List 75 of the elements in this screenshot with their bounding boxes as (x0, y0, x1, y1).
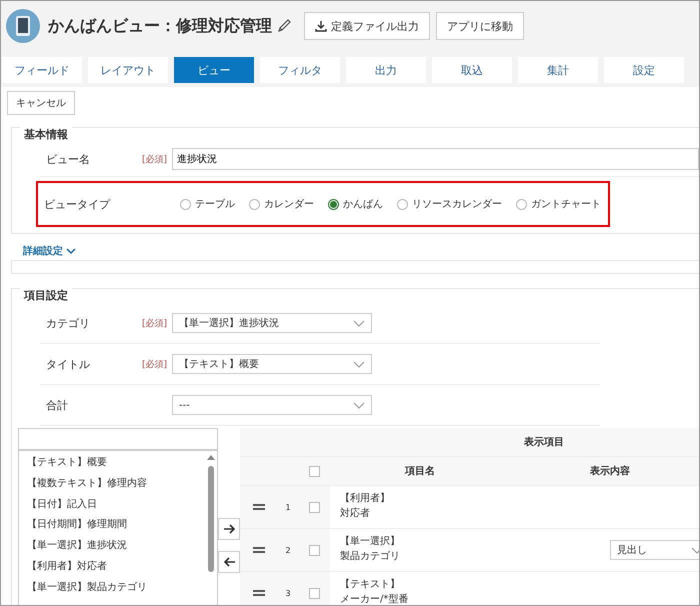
tab[interactable]: 出力 (346, 57, 426, 83)
radio-label: かんばん (343, 198, 383, 211)
radio-label: テーブル (195, 198, 235, 211)
radio-label: リソースカレンダー (412, 198, 502, 211)
tab[interactable]: 集計 (518, 57, 598, 83)
radio-button[interactable] (397, 198, 408, 210)
table-header: 表示項目 (524, 436, 564, 449)
column-header: 表示内容 (589, 464, 631, 479)
row-number: 3 (285, 588, 291, 598)
cancel-button[interactable]: キャンセル (7, 91, 75, 115)
required-label: [必須] (142, 318, 168, 330)
list-item[interactable]: 【日付】記入日 (19, 494, 217, 516)
tab[interactable]: フィルタ (260, 57, 340, 83)
field-label: ビュータイプ (43, 196, 112, 212)
list-item[interactable]: 【利用者】対応者 (19, 556, 217, 578)
dropdown[interactable]: --- (172, 395, 372, 415)
search-field[interactable] (18, 428, 218, 450)
chevron-down-icon (353, 320, 365, 326)
column-header: 項目名 (404, 464, 436, 479)
field-type: 【テキスト】 (340, 578, 401, 592)
field-name: 製品カテゴリ (340, 550, 401, 564)
chevron-down-icon (353, 360, 365, 368)
section-heading: 項目設定 (20, 288, 72, 303)
list-item[interactable]: 【単一選択】製品カテゴリ (19, 578, 217, 599)
field-name: 対応者 (340, 506, 371, 521)
export-button[interactable]: 定義ファイル出力 (304, 12, 430, 40)
list-item[interactable]: 【日付期間】修理期間 (19, 515, 217, 536)
field-label: タイトル (45, 356, 91, 372)
required-label: [必須] (142, 358, 168, 370)
drag-handle-icon (253, 547, 265, 553)
drag-handle-icon (253, 504, 265, 510)
move-left-button[interactable] (218, 551, 240, 573)
tab[interactable]: フィールド (2, 57, 82, 83)
checkbox[interactable] (308, 502, 320, 512)
list-item[interactable]: 【テキスト】概要 (19, 453, 217, 474)
download-icon (315, 20, 327, 32)
radio-label: ガントチャート (531, 198, 601, 211)
field-label: 合計 (45, 398, 69, 412)
field-type: 【単一選択】 (340, 534, 401, 549)
tab[interactable]: 設定 (604, 57, 684, 83)
field-label: カテゴリ (45, 316, 91, 330)
radio-button[interactable] (180, 198, 191, 210)
radio-label: カレンダー (264, 198, 314, 211)
dropdown[interactable]: 【テキスト】概要 (172, 354, 372, 374)
chevron-down-icon (353, 402, 365, 408)
radio-button[interactable] (249, 198, 260, 210)
field-label: ビュー名 (45, 152, 91, 166)
dropdown[interactable]: 【単一選択】進捗状況 (172, 313, 372, 333)
checkbox[interactable] (308, 466, 320, 476)
tab[interactable]: 取込 (432, 57, 512, 83)
radio-button[interactable] (328, 198, 339, 210)
page-title: かんばんビュー：修理対応管理 (48, 16, 272, 36)
section-heading: 基本情報 (20, 127, 72, 142)
tab[interactable]: レイアウト (88, 57, 168, 83)
list-item[interactable]: 【複数テキスト】修理内容 (19, 474, 217, 495)
details-link[interactable]: 詳細設定 (23, 244, 76, 258)
app-button[interactable]: アプリに移動 (436, 12, 524, 40)
field-type: 【利用者】 (340, 492, 391, 506)
move-right-button[interactable] (218, 518, 240, 540)
required-label: [必須] (142, 154, 168, 166)
checkbox[interactable] (308, 544, 320, 556)
tab[interactable]: ビュー (174, 57, 254, 83)
row-number: 1 (285, 502, 291, 512)
pencil-icon (276, 18, 292, 34)
drag-handle-icon (253, 590, 265, 596)
tablet-icon (6, 9, 40, 43)
dropdown[interactable]: 見出し (610, 540, 699, 560)
field-name: メーカー/*型番 (340, 592, 410, 605)
list-item[interactable]: 【単一選択】進捗状況 (19, 536, 217, 557)
row-number: 2 (285, 546, 291, 554)
left-arrow-icon (224, 557, 234, 567)
right-arrow-icon (224, 524, 234, 534)
radio-button[interactable] (516, 198, 527, 210)
checkbox[interactable] (308, 588, 320, 598)
text-field[interactable]: 進捗状況 (172, 148, 699, 170)
